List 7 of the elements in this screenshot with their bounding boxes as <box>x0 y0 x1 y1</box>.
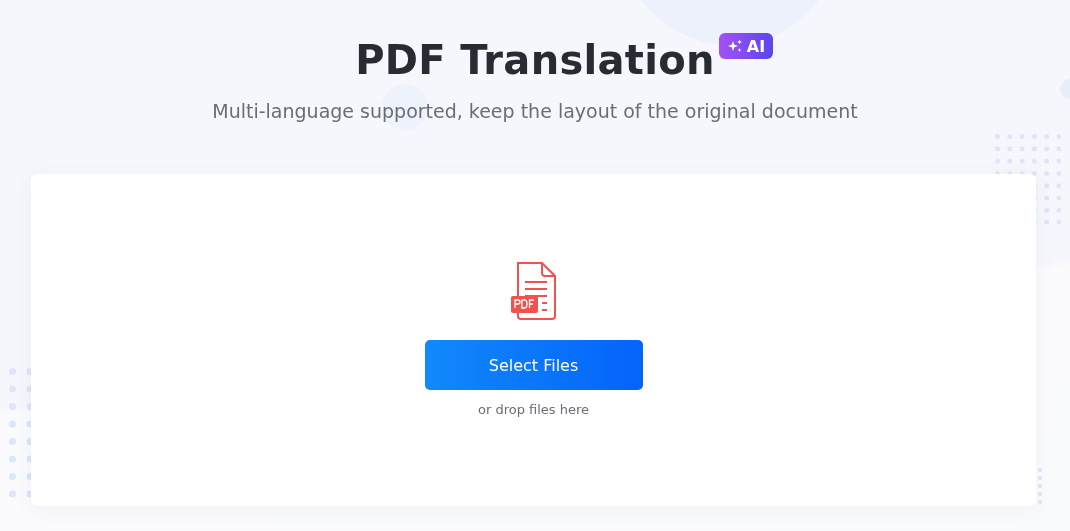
select-files-button[interactable]: Select Files <box>424 340 643 390</box>
pdf-file-icon <box>509 261 558 321</box>
sparkle-icon <box>726 39 743 53</box>
page-subtitle: Multi-language supported, keep the layout of the original document <box>212 100 858 122</box>
page-title: PDF Translation <box>355 36 715 85</box>
ai-badge: AI <box>718 33 774 59</box>
drop-hint: or drop files here <box>477 402 590 417</box>
